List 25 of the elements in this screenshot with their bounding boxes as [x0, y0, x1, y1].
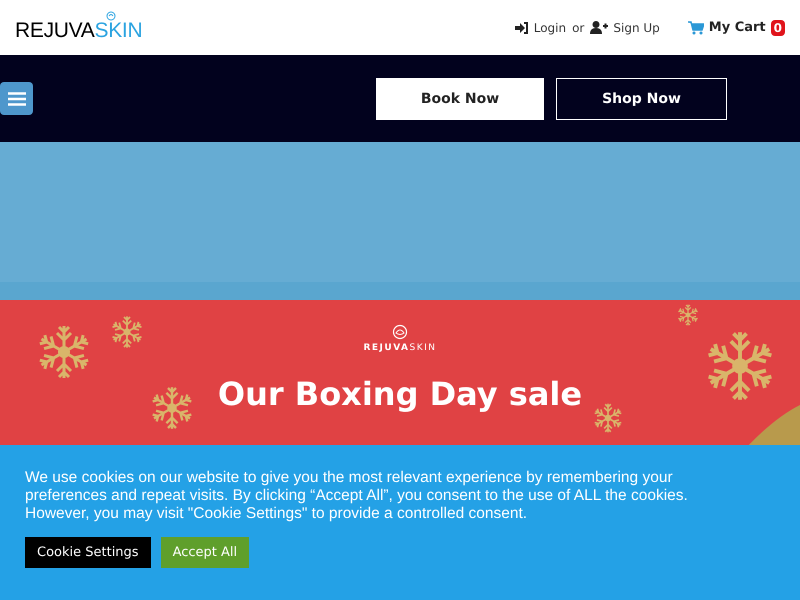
login-link[interactable]: Login [514, 20, 566, 34]
banner-logo: REJUVA SKIN [363, 343, 437, 353]
snowflake-icon [112, 316, 142, 348]
snowflake-icon [594, 403, 622, 433]
snowflake-icon [706, 332, 774, 400]
nav-button[interactable]: Shop Now [556, 78, 727, 120]
logo[interactable]: REJUVASKIN [15, 18, 142, 42]
menu-icon [8, 92, 26, 106]
add-user-icon [590, 21, 608, 34]
banner-headline: Our Boxing Day sale [218, 374, 582, 415]
login-icon [514, 22, 529, 34]
signup-link[interactable]: Sign Up [590, 20, 660, 34]
or-text: or [572, 20, 584, 34]
snowflake-icon [151, 386, 193, 430]
cookie-message: We use cookies on our website to give you the most relevant experience by remembering your preferences and repeat visits. By clicking “Accept All”, you consent to the use of ALL the cookies. However, you may visit "Cookie Settings" to provide a controlled consent. [25, 469, 689, 523]
logo-icon [106, 10, 116, 20]
nav-button[interactable]: Book Now [376, 78, 544, 120]
cart-icon [688, 20, 704, 34]
menu-button[interactable] [0, 82, 33, 115]
snowflake-icon [678, 304, 698, 326]
cookie-button[interactable]: Cookie Settings [25, 537, 151, 568]
cart-count: 0 [770, 20, 785, 36]
snowflake-icon [38, 326, 90, 378]
logo-icon [392, 324, 408, 340]
cart-link[interactable]: My Cart 0 [688, 20, 785, 36]
